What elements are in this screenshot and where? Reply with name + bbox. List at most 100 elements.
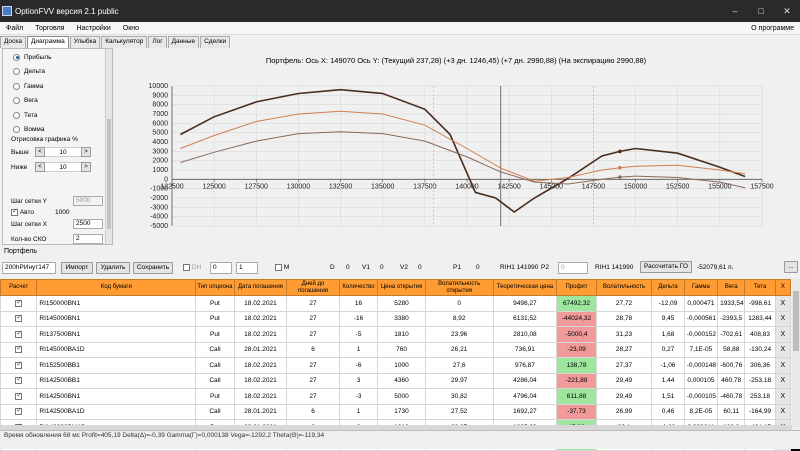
cell-code: RI152500BB1 [36, 357, 197, 374]
table-row[interactable]: RI145000BA1DCall28.01.20216176026,21736,… [0, 341, 792, 358]
col-type[interactable]: Тип опциона [195, 279, 235, 296]
m-checkbox[interactable]: M [275, 264, 289, 271]
tab-diagram[interactable]: Диаграмма [26, 36, 69, 48]
sko-input[interactable]: 2 [73, 234, 103, 244]
calc-checkbox[interactable] [0, 295, 38, 312]
tab-deals[interactable]: Сделки [200, 36, 231, 48]
tab-smile[interactable]: Улыбка [69, 36, 101, 48]
calc-checkbox[interactable] [0, 310, 38, 327]
table-row[interactable]: RI145000BN1Put18.02.202127-1633808,92613… [0, 310, 792, 327]
more-button[interactable]: ... [784, 261, 798, 273]
col-vega[interactable]: Вега [717, 279, 746, 296]
remove-row-button[interactable]: X [774, 295, 792, 312]
checkbox-icon [183, 264, 190, 271]
save-button[interactable]: Сохранить [133, 262, 173, 274]
radio-theta[interactable]: Тета [3, 108, 112, 123]
remove-row-button[interactable]: X [774, 388, 792, 405]
tab-data[interactable]: Данные [167, 36, 200, 48]
above-value[interactable]: 10 [45, 147, 81, 157]
dh-spin-1[interactable]: 0 [210, 262, 232, 274]
remove-row-button[interactable]: X [774, 310, 792, 327]
remove-row-button[interactable]: X [774, 341, 792, 358]
maximize-icon[interactable]: □ [748, 6, 774, 16]
tab-board[interactable]: Доска [0, 36, 26, 48]
grid-x-input[interactable]: 2500 [73, 219, 103, 229]
remove-row-button[interactable]: X [774, 403, 792, 420]
table-row[interactable]: RI142500BA1DCall28.01.202161173027,52169… [0, 403, 792, 420]
scrollbar-thumb[interactable] [793, 291, 799, 351]
minimize-icon[interactable]: – [722, 6, 748, 16]
col-code[interactable]: Код бумаги [36, 279, 197, 296]
calc-go-button[interactable]: Рассчитать ГО [640, 261, 692, 273]
calc-checkbox[interactable] [0, 341, 38, 358]
menu-file[interactable]: Файл [0, 25, 29, 32]
tab-calculator[interactable]: Калькулятор [101, 36, 148, 48]
col-calc[interactable]: Расчет [0, 279, 38, 296]
p1-instrument: RIH1 141990 [500, 264, 539, 271]
cell-theta: 408,83 [744, 326, 776, 343]
go-value: -52079,61 п. [697, 264, 734, 271]
radio-profit[interactable]: Прибыль [3, 50, 112, 65]
col-theo[interactable]: Теоретическая цена [492, 279, 558, 296]
menu-trading[interactable]: Торговля [29, 25, 70, 32]
col-price[interactable]: Цена открытия [377, 279, 426, 296]
above-spinner[interactable]: < 10 > [35, 147, 91, 157]
title-bar[interactable]: OptionFVV версия 2.1 public – □ ✕ [0, 0, 800, 22]
left-panel-scrollbar[interactable] [105, 49, 112, 244]
import-button[interactable]: Импорт [61, 262, 93, 274]
calc-checkbox[interactable] [0, 326, 38, 343]
col-theta[interactable]: Тета [744, 279, 776, 296]
grid-y-input[interactable]: 5000 [73, 196, 103, 206]
menu-settings[interactable]: Настройки [70, 25, 116, 32]
calc-checkbox[interactable] [0, 388, 38, 405]
dh-spin-2[interactable]: 1 [236, 262, 258, 274]
auto-checkbox[interactable]: Авто [11, 207, 34, 216]
col-qty[interactable]: Количество [338, 279, 379, 296]
dh-checkbox[interactable]: DH [183, 264, 201, 271]
calc-checkbox[interactable] [0, 403, 38, 420]
radio-vomma[interactable]: Вомма [3, 123, 112, 138]
auto-value: 1000 [55, 209, 70, 216]
col-profit[interactable]: Профит [556, 279, 597, 296]
table-row[interactable]: RI150000BN1Put18.02.20212716528009498,27… [0, 295, 792, 312]
col-date[interactable]: Дата погашения [233, 279, 288, 296]
remove-row-button[interactable]: X [774, 326, 792, 343]
v2-value: 0 [418, 264, 422, 271]
table-row[interactable]: RI142500BB1Call18.02.2021273436029,97428… [0, 372, 792, 389]
increase-icon[interactable]: > [81, 162, 91, 172]
calc-checkbox[interactable] [0, 357, 38, 374]
remove-row-button[interactable]: X [774, 372, 792, 389]
remove-row-button[interactable]: X [774, 357, 792, 374]
table-scrollbar[interactable] [792, 279, 800, 427]
cell-profit: -37,73 [556, 403, 597, 420]
delete-button[interactable]: Удалить [96, 262, 130, 274]
close-icon[interactable]: ✕ [774, 6, 800, 17]
col-days[interactable]: Дней до погашения [286, 279, 340, 296]
below-spinner[interactable]: < 10 > [35, 162, 91, 172]
table-row[interactable]: RI137500BN1Put18.02.202127-5181023,96281… [0, 326, 792, 343]
profit-chart[interactable]: -5000-4000-3000-2000-1000010002000300040… [114, 48, 798, 245]
menu-about[interactable]: О программе [745, 25, 800, 32]
decrease-icon[interactable]: < [35, 162, 45, 172]
col-delta[interactable]: Дельта [651, 279, 685, 296]
decrease-icon[interactable]: < [35, 147, 45, 157]
p2-input[interactable]: 0 [558, 262, 588, 274]
radio-gamma[interactable]: Гамма [3, 79, 112, 94]
table-row[interactable]: RI142500BN1Put18.02.202127-3500030,82479… [0, 388, 792, 405]
col-gamma[interactable]: Гамма [683, 279, 719, 296]
col-vol-open[interactable]: Волатильность открытия [424, 279, 494, 296]
table-row[interactable]: RI152500BB1Call18.02.202127-6100027,6976… [0, 357, 792, 374]
col-x[interactable]: X [774, 279, 792, 296]
scrollbar-thumb[interactable] [107, 119, 111, 229]
portfolio-combo[interactable]: 200hPИнут147 [2, 262, 56, 274]
checkbox-checked-icon [15, 344, 23, 354]
radio-vega[interactable]: Вега [3, 94, 112, 109]
menu-window[interactable]: Окно [117, 25, 145, 32]
below-value[interactable]: 10 [45, 162, 81, 172]
tab-log[interactable]: Лог [148, 36, 167, 48]
radio-delta[interactable]: Дельта [3, 65, 112, 80]
increase-icon[interactable]: > [81, 147, 91, 157]
cell-delta: 1,51 [651, 388, 685, 405]
calc-checkbox[interactable] [0, 372, 38, 389]
col-vol[interactable]: Волатильность [595, 279, 653, 296]
